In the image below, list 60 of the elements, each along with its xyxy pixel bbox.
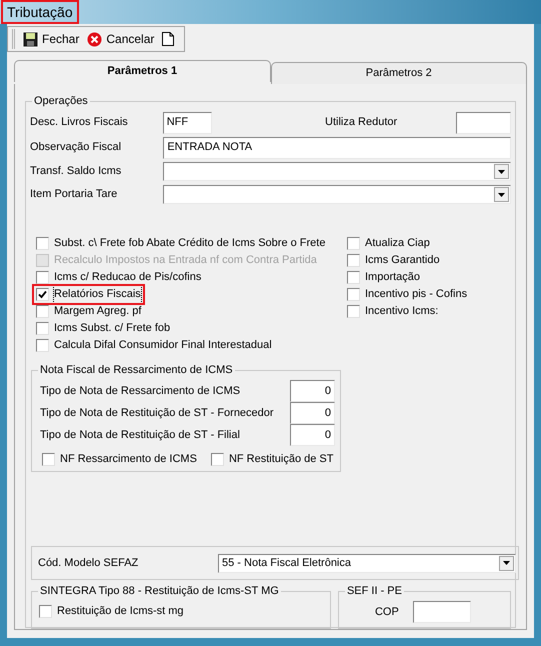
field-label: Cód. Modelo SEFAZ <box>38 556 140 571</box>
new-button[interactable] <box>162 32 174 46</box>
checkbox[interactable] <box>39 605 52 618</box>
input-field[interactable] <box>456 112 511 134</box>
checkbox-label: Icms Subst. c/ Frete fob <box>54 321 170 336</box>
cancel-button[interactable]: Cancelar <box>87 30 154 48</box>
field-label: Tipo de Nota de Ressarcimento de ICMS <box>40 384 242 399</box>
field-label: Transf. Saldo Icms <box>30 164 122 180</box>
field-label: Tipo de Nota de Restituição de ST - Filial <box>40 428 241 443</box>
dropdown[interactable]: 55 - Nota Fiscal Eletrônica <box>218 554 516 572</box>
checkbox-label: Importação <box>365 270 420 286</box>
input-field[interactable]: 0 <box>290 380 335 402</box>
checkbox-label: Relatórios Fiscais <box>54 286 141 303</box>
checkbox[interactable] <box>347 305 360 318</box>
save-button[interactable]: Fechar <box>23 30 80 48</box>
field-label: COP <box>374 605 399 620</box>
checkbox-label: Incentivo Icms: <box>365 304 438 320</box>
checkbox[interactable] <box>347 254 360 267</box>
field-label: Utiliza Redutor <box>325 115 398 130</box>
field-label: Observação Fiscal <box>30 140 122 156</box>
checkbox[interactable] <box>36 271 49 284</box>
checkbox[interactable] <box>42 453 55 466</box>
input-field[interactable]: 0 <box>290 402 335 424</box>
checkbox-label: Recalculo Impostos na Entrada nf com Contra Partida <box>54 253 317 268</box>
checkbox-label: Subst. c\ Frete fob Abate Crédito de Icms Sobre o Frete <box>54 236 326 252</box>
tab[interactable]: Parâmetros 2 <box>270 62 527 84</box>
blank-document-icon <box>162 32 174 46</box>
checkbox-label: Margem Agreg. pf <box>54 304 142 320</box>
input-field[interactable]: 0 <box>290 424 335 446</box>
window-title: Tributação <box>3 2 77 22</box>
input-field[interactable]: ENTRADA NOTA <box>163 136 511 158</box>
checkbox-label: Restituição de Icms-st mg <box>57 604 184 620</box>
checkbox[interactable] <box>36 339 49 352</box>
tab[interactable]: Parâmetros 1 <box>14 60 270 82</box>
checkmark-icon <box>38 290 47 299</box>
checkbox-label: Atualiza Ciap <box>365 236 430 252</box>
checkbox-label: Incentivo pis - Cofins <box>365 287 468 302</box>
checkbox[interactable] <box>36 288 49 301</box>
checkbox[interactable] <box>36 322 49 335</box>
checkbox-label: Icms Garantido <box>365 253 440 268</box>
dropdown[interactable] <box>163 162 511 181</box>
cancel-icon <box>87 32 102 46</box>
checkbox-label: NF Ressarcimento de ICMS <box>60 452 197 468</box>
input-field[interactable]: NFF <box>162 112 212 134</box>
checkbox[interactable] <box>347 288 360 301</box>
input-field[interactable] <box>412 601 471 623</box>
checkbox[interactable] <box>347 237 360 250</box>
checkbox-label: Icms c/ Reducao de Pis/cofins <box>54 270 202 286</box>
group-title: SINTEGRA Tipo 88 - Restituição de Icms-ST MG <box>38 583 281 599</box>
checkbox-label: Calcula Difal Consumidor Final Interestadual <box>54 338 272 354</box>
checkbox[interactable] <box>36 237 49 250</box>
field-label: Tipo de Nota de Restituição de ST - Fornecedor <box>40 406 275 421</box>
checkbox[interactable] <box>210 453 224 466</box>
field-label: Item Portaria Tare <box>30 187 118 202</box>
checkbox[interactable] <box>36 305 49 318</box>
checkbox[interactable] <box>347 271 360 284</box>
group-title: Operações <box>32 93 90 109</box>
field-label: Desc. Livros Fiscais <box>30 115 129 130</box>
checkbox-label: NF Restituição de ST <box>228 452 334 468</box>
dropdown[interactable] <box>163 185 511 204</box>
